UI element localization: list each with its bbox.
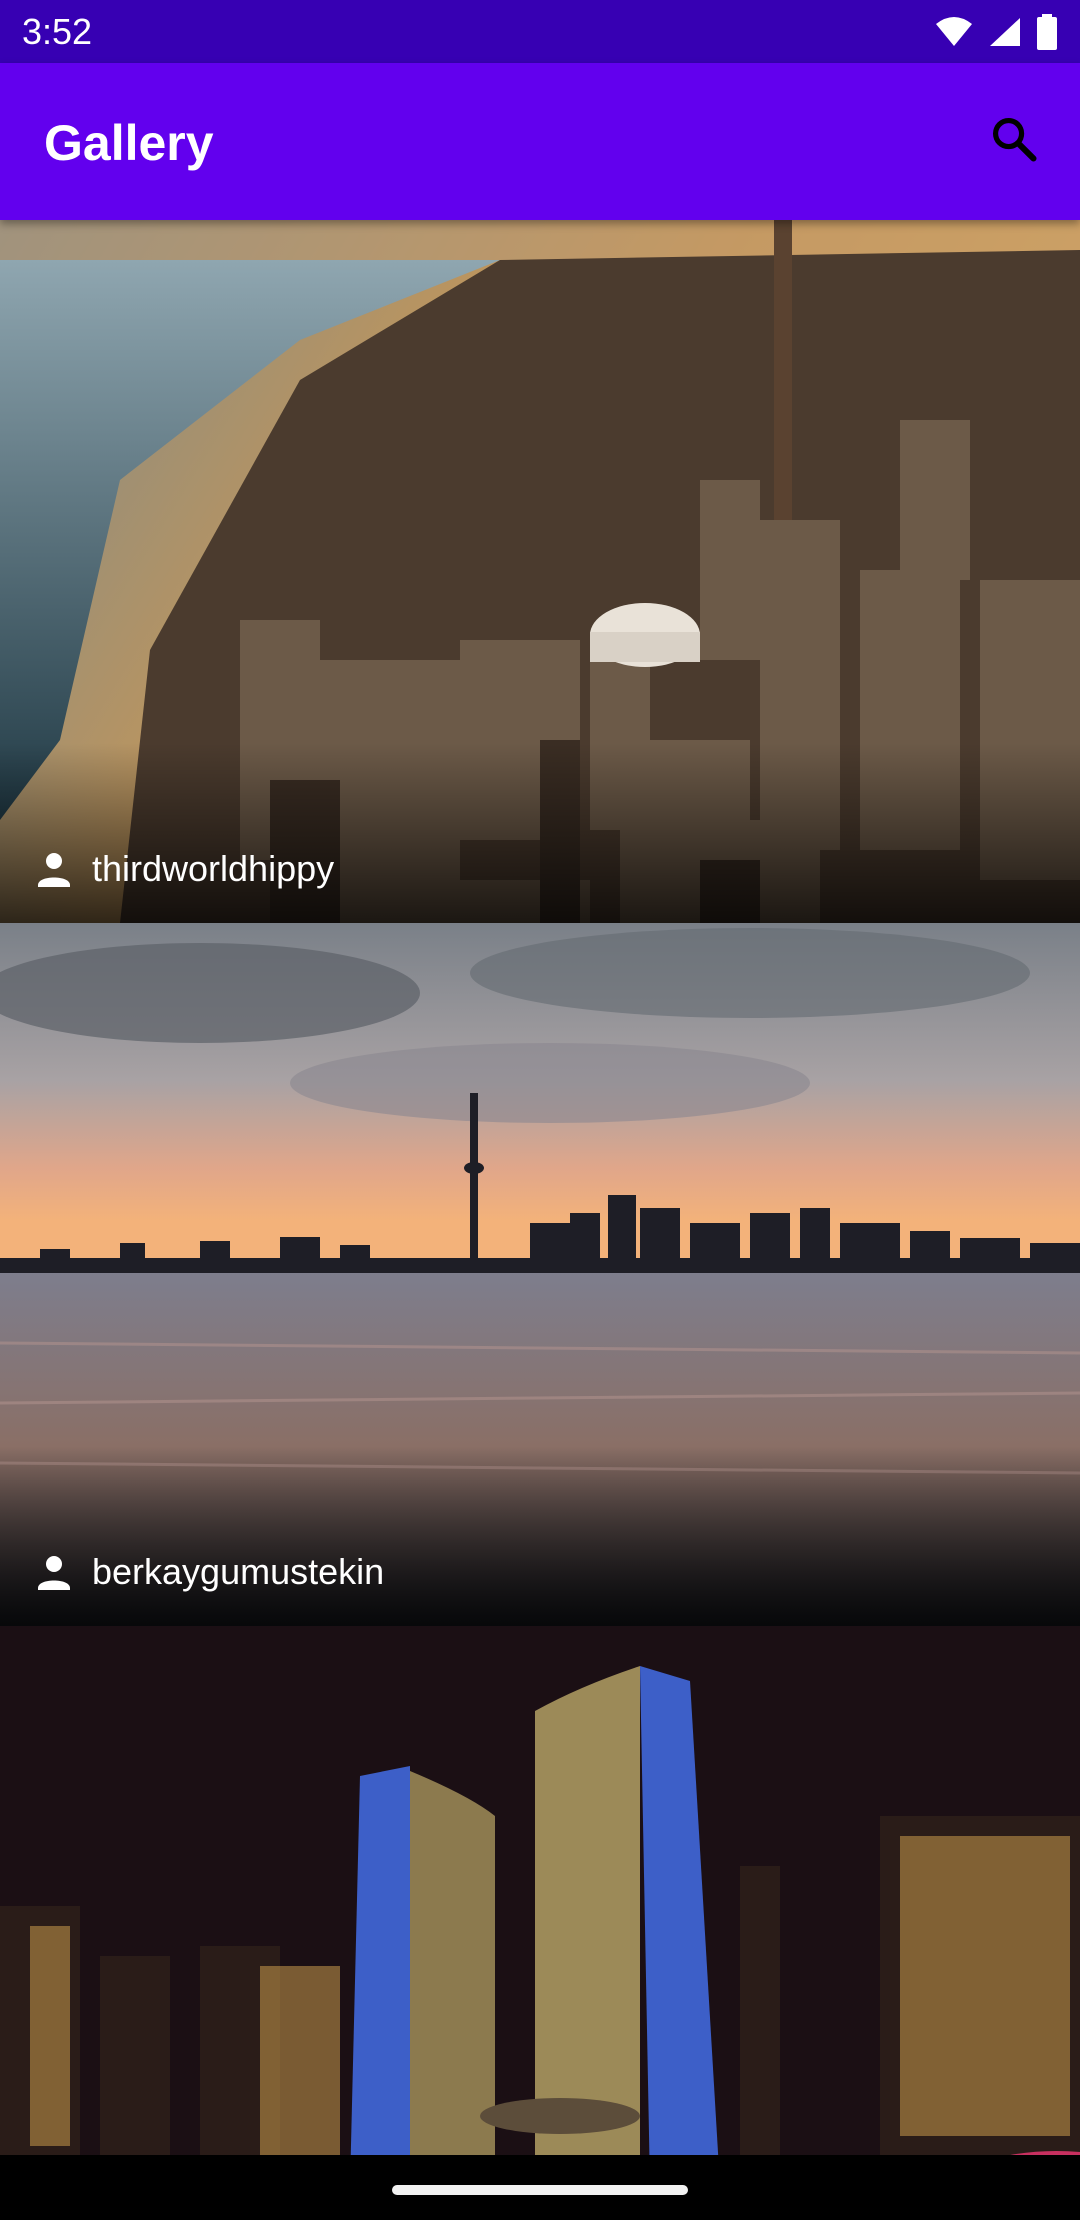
author-label: thirdworldhippy bbox=[30, 845, 334, 893]
status-time: 3:52 bbox=[22, 11, 93, 52]
caption-scrim bbox=[0, 743, 1080, 923]
author-name: thirdworldhippy bbox=[92, 848, 335, 889]
status-icons bbox=[934, 14, 1058, 50]
gallery-item[interactable]: thirdworldhippy bbox=[0, 220, 1080, 923]
search-icon bbox=[992, 117, 1037, 162]
gallery-image bbox=[0, 1626, 1080, 2155]
home-gesture-handle[interactable] bbox=[392, 2185, 688, 2195]
person-icon bbox=[38, 853, 70, 887]
page-title: Gallery bbox=[44, 115, 214, 171]
battery-icon bbox=[1037, 14, 1057, 50]
signal-icon bbox=[990, 18, 1020, 46]
gallery-item[interactable] bbox=[0, 1626, 1080, 2155]
person-icon bbox=[38, 1556, 70, 1590]
author-name: berkaygumustekin bbox=[92, 1551, 385, 1592]
author-label: berkaygumustekin bbox=[30, 1548, 384, 1596]
search-button[interactable] bbox=[978, 103, 1050, 175]
gallery-list[interactable]: thirdworldhippy berkaygumustekin bbox=[0, 220, 1080, 2155]
status-bar: 3:52 bbox=[0, 0, 1080, 63]
app-bar: Gallery bbox=[0, 63, 1080, 220]
wifi-icon bbox=[936, 17, 972, 46]
navigation-bar bbox=[0, 2155, 1080, 2220]
caption-scrim bbox=[0, 1446, 1080, 1626]
gallery-item[interactable]: berkaygumustekin bbox=[0, 923, 1080, 1626]
